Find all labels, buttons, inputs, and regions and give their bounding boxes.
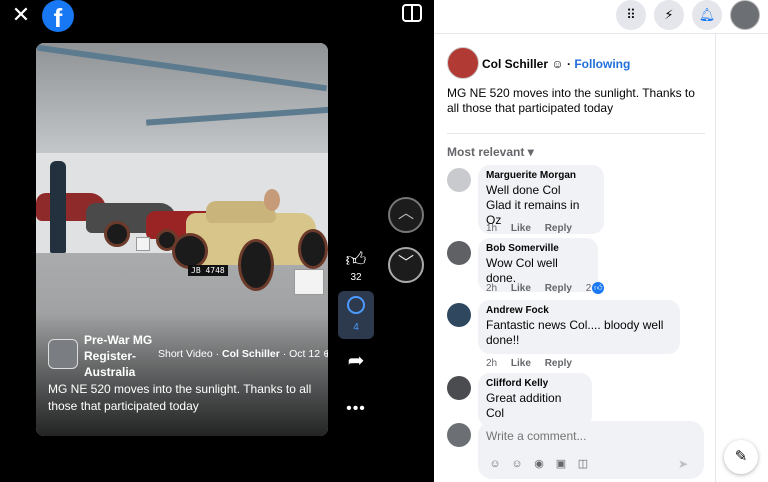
send-icon[interactable]: ➤ [678,457,688,471]
messenger-icon[interactable]: ⚡︎ [654,0,684,30]
sort-label: Most relevant [447,145,525,159]
comment-text: Well done Col Glad it remains in Oz [486,183,580,227]
fullscreen-icon[interactable] [402,4,422,22]
video-player[interactable]: JB 4748 Pre-War MG Register-Australia Sh… [36,43,328,436]
menu-grid-icon[interactable]: ⠿ [616,0,646,30]
privacy-icon: ⊕ [323,348,328,360]
video-overlay-shade [36,313,328,436]
chevron-up-icon: ︿ [397,205,414,222]
commenter-name[interactable]: Marguerite Morgan [486,170,594,181]
close-icon[interactable]: ✕ [10,4,32,26]
video-meta: Short Video · Col Schiller · Oct 12 ⊕ [158,348,328,360]
profile-badge-icon: ☺ [551,57,564,71]
post-author-line: Col Schiller ☺ · Following [482,57,630,71]
video-frame-driver [264,189,280,211]
new-message-button[interactable]: ✎ [724,440,758,474]
video-frame-wheel [298,229,328,269]
comment-count: 4 [353,322,359,333]
caret-down-icon: ▾ [527,145,534,159]
video-caption: MG NE 520 moves into the sunlight. Thank… [48,382,312,413]
previous-video-button[interactable]: ︿ [388,197,424,233]
gif-icon[interactable]: ▣ [554,457,568,471]
comment-bubble: Andrew Fock Fantastic news Col.... blood… [478,300,680,354]
sticker-icon[interactable]: ◫ [576,457,590,471]
commenter-name[interactable]: Bob Somerville [486,243,588,254]
reply-link[interactable]: Reply [545,358,572,369]
video-frame-wheel [172,233,208,269]
comment-actions: 2h Like Reply [486,358,583,369]
divider [447,133,705,134]
comment-text: Great addition Col [486,391,562,420]
comment-icon [347,296,365,314]
commenter-avatar[interactable] [447,168,471,192]
video-frame-person [50,161,66,253]
commenter-name[interactable]: Andrew Fock [486,305,670,316]
commenter-avatar[interactable] [447,376,471,400]
following-button[interactable]: Following [574,57,630,71]
comment-text: Fantastic news Col.... bloody well done!… [486,318,664,347]
comment-time: 1h [486,223,498,234]
video-frame-roof [36,43,328,163]
comment-sort-dropdown[interactable]: Most relevant ▾ [447,145,534,159]
like-link[interactable]: Like [511,283,531,294]
notifications-bell-icon[interactable]: 🔔︎ [692,0,722,30]
video-author-link[interactable]: Col Schiller [222,348,280,360]
like-count: 32 [350,272,362,283]
commenter-name[interactable]: Clifford Kelly [486,378,582,389]
more-options-icon[interactable]: ••• [344,400,368,418]
my-avatar[interactable] [447,423,471,447]
comment-actions: 2h Like Reply 2 👍︎ [486,282,615,294]
comment-actions: 1h Like Reply [486,223,583,234]
account-avatar[interactable] [730,0,760,30]
comment-time: 2h [486,358,498,369]
video-frame-number-plate: JB 4748 [188,265,228,276]
reply-link[interactable]: Reply [545,283,572,294]
comment-time: 2h [486,282,498,294]
like-reaction-icon: 👍︎ [592,282,605,294]
avatar-sticker-icon[interactable]: ☺ [488,457,502,471]
post-author-link[interactable]: Col Schiller [482,57,548,71]
comment-input[interactable] [486,429,686,443]
share-icon[interactable]: ➦ [344,348,368,373]
comment-bubble: Clifford Kelly Great addition Col [478,373,592,427]
edit-icon: ✎ [734,448,748,465]
panel-scroll-divider [715,34,716,482]
commenter-avatar[interactable] [447,241,471,265]
commenter-avatar[interactable] [447,303,471,327]
facebook-logo[interactable]: f [42,0,74,32]
chevron-down-icon: ﹀ [397,255,414,272]
video-type-label: Short Video [158,348,213,360]
camera-icon[interactable]: ◉ [532,457,546,471]
page-avatar[interactable] [48,339,78,369]
next-video-button[interactable]: ﹀ [388,247,424,283]
video-viewer: ✕ f JB 4748 Pre-War MG Register-Australi… [0,0,434,482]
video-frame-wheel [104,221,130,247]
emoji-icon[interactable]: ☺ [510,457,524,471]
like-link[interactable]: Like [511,223,531,234]
post-text: MG NE 520 moves into the sunlight. Thank… [447,86,695,115]
video-frame-wheel [238,239,274,291]
page-name-link[interactable]: Pre-War MG Register-Australia [84,332,164,380]
comments-panel: ⠿ ⚡︎ 🔔︎ Col Schiller ☺ · Following MG NE… [434,0,768,482]
like-icon[interactable]: 👍︎ [344,248,368,272]
video-frame-sign [294,269,324,295]
reply-link[interactable]: Reply [545,223,572,234]
top-bar: ⠿ ⚡︎ 🔔︎ [434,0,768,34]
like-link[interactable]: Like [511,358,531,369]
reaction-count[interactable]: 2 [586,283,592,294]
video-frame-sign [136,237,150,251]
video-date: Oct 12 [289,348,321,360]
author-avatar[interactable] [447,47,479,79]
comment-composer: ☺ ☺ ◉ ▣ ◫ ➤ [478,421,704,479]
